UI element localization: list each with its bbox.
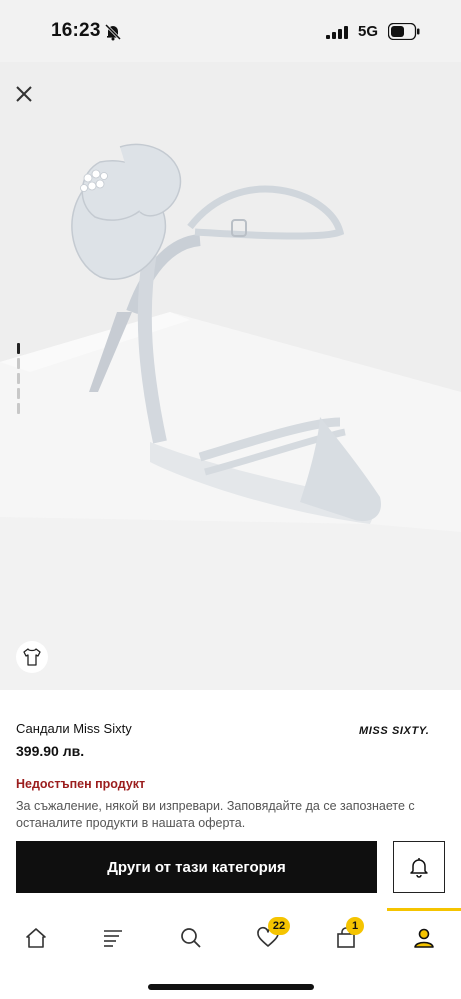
product-image (0, 143, 461, 690)
browse-category-button[interactable]: Други от тази категория (16, 841, 377, 893)
product-info: Сандали Miss Sixty MISS SIXTY. 399.90 лв… (0, 690, 461, 838)
brand-logo[interactable]: MISS SIXTY. (359, 725, 429, 737)
pager-dot[interactable] (17, 403, 20, 414)
search-icon (181, 928, 201, 948)
nav-search[interactable] (177, 924, 205, 952)
availability-note: За съжаление, някой ви изпревари. Заповя… (16, 799, 415, 830)
home-indicator (148, 984, 314, 990)
battery-icon (388, 23, 420, 40)
status-bar: 16:23 5G (0, 0, 461, 62)
bell-off-icon (104, 23, 122, 41)
product-name: Сандали Miss Sixty (16, 721, 132, 736)
active-tab-indicator (387, 908, 461, 911)
menu-icon (104, 930, 122, 947)
favorites-count-badge: 22 (268, 917, 290, 935)
tshirt-icon (23, 648, 41, 666)
product-price: 399.90 лв. (16, 743, 85, 759)
close-icon[interactable] (12, 82, 36, 106)
nav-profile[interactable] (410, 924, 438, 952)
signal-icon (326, 26, 348, 39)
cart-count-badge: 1 (346, 917, 364, 935)
nav-home[interactable] (22, 924, 50, 952)
pager-dot[interactable] (17, 358, 20, 369)
status-time: 16:23 (51, 20, 101, 41)
bell-icon (410, 858, 428, 878)
image-pager[interactable] (17, 343, 21, 418)
pager-dot[interactable] (17, 388, 20, 399)
size-guide-button[interactable] (16, 641, 48, 673)
pager-dot[interactable] (17, 373, 20, 384)
notify-button[interactable] (393, 841, 445, 893)
nav-favorites[interactable]: 22 (254, 917, 290, 952)
user-icon (414, 928, 434, 948)
home-icon (26, 928, 46, 948)
product-image-gallery[interactable] (0, 62, 461, 690)
pager-dot[interactable] (17, 343, 20, 354)
network-type: 5G (358, 23, 379, 40)
nav-categories[interactable] (99, 924, 127, 952)
nav-cart[interactable]: 1 (332, 917, 364, 952)
bottom-nav: 22 1 (0, 908, 461, 968)
availability-status: Недостъпен продукт (16, 777, 146, 791)
